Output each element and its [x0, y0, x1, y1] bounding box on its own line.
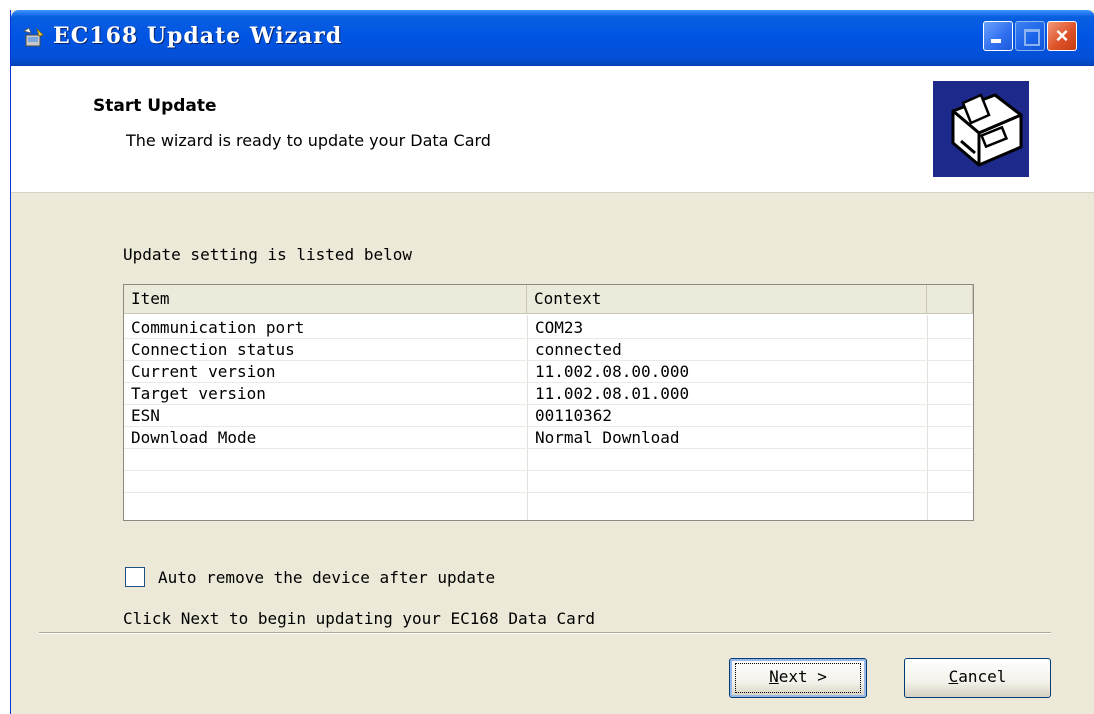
- column-header-item[interactable]: Item: [124, 285, 527, 314]
- next-hint-text: Click Next to begin updating your EC168 …: [123, 609, 596, 628]
- footer-separator: [39, 632, 1051, 634]
- minimize-button[interactable]: [983, 21, 1013, 51]
- table-row[interactable]: [124, 449, 973, 471]
- title-bar[interactable]: EC168 Update Wizard ×: [11, 10, 1094, 66]
- context-cell: connected: [535, 340, 622, 359]
- cancel-mnemonic: C: [948, 667, 959, 686]
- table-row[interactable]: Download Mode Normal Download: [124, 427, 973, 449]
- focus-rect: [735, 663, 861, 693]
- maximize-button: [1015, 21, 1045, 51]
- context-cell: COM23: [535, 318, 584, 337]
- item-cell: Communication port: [131, 318, 305, 337]
- page-subtitle: The wizard is ready to update your Data …: [126, 131, 491, 150]
- minimize-icon: [991, 39, 1001, 43]
- auto-remove-checkbox[interactable]: [125, 567, 145, 587]
- item-cell: Connection status: [131, 340, 295, 359]
- list-rows: Communication port COM23 Connection stat…: [124, 317, 973, 493]
- wizard-header: Start Update The wizard is ready to upda…: [11, 66, 1094, 193]
- page-title: Start Update: [93, 96, 217, 116]
- cancel-label: ancel: [958, 667, 1007, 686]
- column-header-blank[interactable]: [927, 285, 973, 314]
- cancel-button[interactable]: Cancel: [904, 658, 1051, 698]
- context-cell: 11.002.08.00.000: [535, 362, 690, 381]
- table-row[interactable]: Communication port COM23: [124, 317, 973, 339]
- close-button[interactable]: ×: [1047, 21, 1077, 51]
- table-row[interactable]: Current version 11.002.08.00.000: [124, 361, 973, 383]
- column-header-context[interactable]: Context: [527, 285, 927, 314]
- wizard-app-icon: [23, 27, 45, 49]
- context-cell: Normal Download: [535, 428, 680, 447]
- maximize-icon: [1024, 29, 1040, 46]
- datacard-box-icon: [933, 81, 1029, 177]
- item-cell: ESN: [131, 406, 160, 425]
- item-cell: Download Mode: [131, 428, 257, 447]
- settings-list[interactable]: Item Context Communication port COM23 Co…: [123, 284, 974, 521]
- table-row[interactable]: ESN 00110362: [124, 405, 973, 427]
- wizard-window: EC168 Update Wizard × Start Update The w…: [10, 10, 1094, 714]
- window-title: EC168 Update Wizard: [53, 23, 343, 49]
- list-header: Item Context: [124, 285, 973, 315]
- close-icon: ×: [1055, 23, 1069, 48]
- item-cell: Target version: [131, 384, 266, 403]
- context-cell: 11.002.08.01.000: [535, 384, 690, 403]
- item-cell: Current version: [131, 362, 276, 381]
- table-row[interactable]: [124, 471, 973, 493]
- table-row[interactable]: Connection status connected: [124, 339, 973, 361]
- section-label: Update setting is listed below: [123, 245, 412, 264]
- next-button[interactable]: Next >: [729, 658, 867, 698]
- context-cell: 00110362: [535, 406, 613, 425]
- table-row[interactable]: Target version 11.002.08.01.000: [124, 383, 973, 405]
- auto-remove-label[interactable]: Auto remove the device after update: [158, 567, 495, 589]
